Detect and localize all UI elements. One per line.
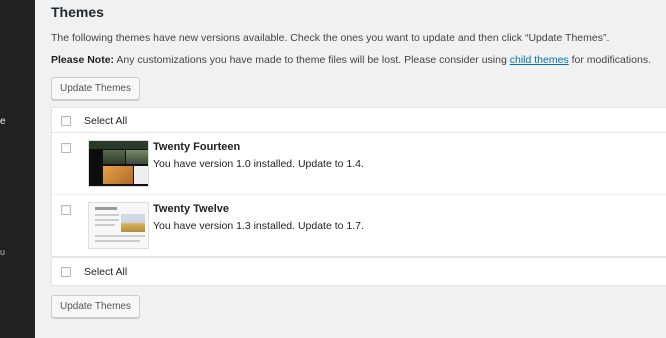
theme-name: Twenty Twelve (153, 203, 230, 215)
note-text-before: Any customizations you have made to them… (114, 54, 510, 66)
themes-table: Select All Twenty Fourteen You have vers… (51, 107, 666, 286)
theme-checkbox-twenty-fourteen[interactable] (61, 143, 71, 153)
intro-text: The following themes have new versions a… (51, 32, 610, 44)
select-all-label[interactable]: Select All (84, 115, 127, 127)
theme-screenshot-twenty-fourteen (88, 140, 149, 187)
theme-name: Twenty Fourteen (153, 141, 241, 153)
select-all-checkbox[interactable] (61, 116, 71, 126)
child-themes-link[interactable]: child themes (510, 54, 569, 66)
admin-sidebar: e u (0, 0, 35, 338)
note-label: Please Note: (51, 54, 115, 66)
select-all-row: Select All (52, 108, 666, 133)
theme-checkbox-twenty-twelve[interactable] (61, 205, 71, 215)
select-all-label[interactable]: Select All (84, 266, 127, 278)
theme-version-info: You have version 1.3 installed. Update t… (153, 220, 364, 232)
table-row: Twenty Fourteen You have version 1.0 ins… (52, 133, 666, 195)
note-text-after: for modifications. (568, 54, 651, 66)
update-themes-button-bottom[interactable]: Update Themes (51, 295, 140, 318)
theme-screenshot-twenty-twelve (88, 202, 149, 249)
theme-version-info: You have version 1.0 installed. Update t… (153, 158, 364, 170)
sidebar-menu-fragment[interactable]: e (0, 116, 6, 127)
page-title: Themes (51, 4, 104, 20)
table-row: Twenty Twelve You have version 1.3 insta… (52, 195, 666, 257)
update-themes-button-top[interactable]: Update Themes (51, 77, 140, 100)
select-all-row: Select All (52, 257, 666, 286)
select-all-checkbox[interactable] (61, 267, 71, 277)
note-text: Please Note: Any customizations you have… (51, 54, 666, 66)
sidebar-menu-fragment[interactable]: u (0, 247, 5, 257)
